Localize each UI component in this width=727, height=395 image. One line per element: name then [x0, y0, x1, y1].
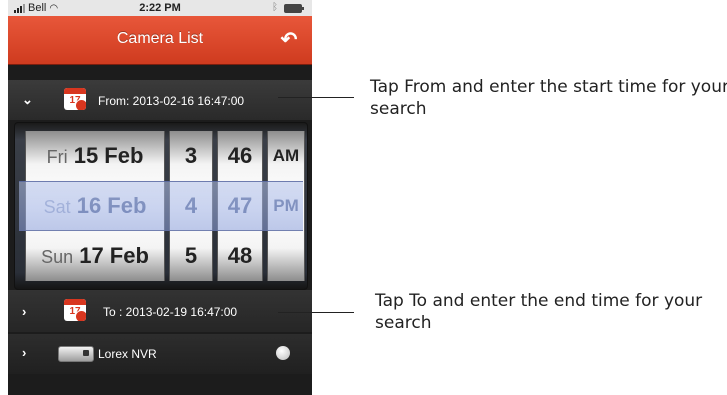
- minute-wheel[interactable]: 46 47 48: [217, 131, 263, 281]
- hour-option-selected[interactable]: 4: [170, 181, 212, 231]
- date-option[interactable]: Sun 17 Feb: [26, 231, 164, 281]
- ampm-option[interactable]: AM: [268, 131, 304, 181]
- nvr-row[interactable]: › Lorex NVR: [8, 334, 312, 374]
- nav-bar: Camera List ↶: [8, 16, 312, 65]
- chevron-down-icon: ⌄: [22, 92, 33, 107]
- hour-wheel[interactable]: 3 4 5: [169, 131, 213, 281]
- battery-icon: [284, 4, 304, 13]
- callout-line-to: [278, 312, 354, 313]
- datetime-picker[interactable]: Fri 15 Feb Sat 16 Feb Sun 17 Feb 3 4 5 4…: [14, 122, 308, 290]
- page-title: Camera List: [116, 30, 204, 47]
- date-option[interactable]: Fri 15 Feb: [26, 131, 164, 181]
- nvr-label: Lorex NVR: [98, 347, 157, 361]
- nvr-device-icon: [58, 346, 94, 362]
- minute-option[interactable]: 48: [218, 231, 262, 281]
- from-row[interactable]: ⌄ 17 From: 2013-02-16 16:47:00: [8, 80, 312, 120]
- calendar-icon: 17: [64, 88, 86, 110]
- callout-line-from: [278, 97, 354, 98]
- bluetooth-icon: ᛒ: [272, 2, 278, 13]
- hour-option[interactable]: 5: [170, 231, 212, 281]
- from-label: From: 2013-02-16 16:47:00: [98, 94, 245, 108]
- undo-arrow-icon[interactable]: ↶: [276, 28, 302, 52]
- minute-option-selected[interactable]: 47: [218, 181, 262, 231]
- status-bar: Bell ◠ 2:22 PM ᛒ: [8, 0, 312, 16]
- status-dot-icon: [276, 346, 290, 360]
- date-option-selected[interactable]: Sat 16 Feb: [26, 181, 164, 231]
- ampm-option-selected[interactable]: PM: [268, 181, 304, 231]
- status-time: 2:22 PM: [139, 2, 181, 14]
- chevron-right-icon: ›: [22, 304, 27, 319]
- hour-option[interactable]: 3: [170, 131, 212, 181]
- minute-option[interactable]: 46: [218, 131, 262, 181]
- phone-screen: Bell ◠ 2:22 PM ᛒ Camera List ↶ ⌄ 17 From…: [8, 0, 312, 395]
- chevron-right-icon: ›: [22, 345, 27, 360]
- ampm-option[interactable]: [268, 231, 304, 281]
- callout-to: Tap To and enter the end time for your s…: [375, 291, 703, 333]
- ampm-wheel[interactable]: AM PM: [267, 131, 305, 281]
- date-wheel[interactable]: Fri 15 Feb Sat 16 Feb Sun 17 Feb: [25, 131, 165, 281]
- to-row[interactable]: › 17 To : 2013-02-19 16:47:00: [8, 290, 312, 332]
- to-label: To : 2013-02-19 16:47:00: [103, 305, 238, 319]
- callout-from: Tap From and enter the start time for yo…: [370, 77, 727, 119]
- calendar-icon: 17: [64, 299, 86, 321]
